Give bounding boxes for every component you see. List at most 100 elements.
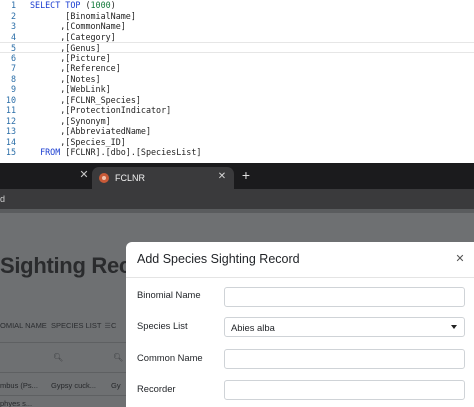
code-token: ,[Notes] [30,73,101,84]
filter-search-icon[interactable]: 🔍︎ [53,353,63,362]
column-header-label: C [111,321,117,330]
line-number: 7 [10,63,16,73]
close-icon[interactable]: ✕ [454,253,466,265]
line-number: 12 [5,115,16,126]
species-list-select[interactable]: Abies alba [224,317,465,337]
code-text: ,[WebLink] [30,84,111,95]
divider [0,395,140,396]
code-token: ,[Reference] [30,63,121,73]
recorder-label: Recorder [137,383,176,394]
line-number: 2 [10,10,16,21]
code-text: ,[AbbreviatedName] [30,126,151,137]
common-name-label: Common Name [137,352,203,363]
code-token: SELECT TOP [30,0,86,10]
code-text: ,[ProtectionIndicator] [30,105,171,116]
binomial-name-input[interactable] [224,287,465,307]
line-number: 10 [5,94,16,105]
filter-search-icon[interactable]: 🔍︎ [113,353,123,362]
code-text: ,[Species_ID] [30,137,126,148]
line-number: 11 [5,105,16,115]
code-line[interactable]: 6 ,[Picture] [0,53,474,64]
code-line[interactable]: 3 ,[CommonName] [0,21,474,32]
modal-title: Add Species Sighting Record [137,252,300,266]
chevron-down-icon [451,325,457,329]
code-token: 1000 [90,0,111,10]
code-token: ,[Species_ID] [30,136,126,147]
code-text: ,[Notes] [30,73,101,85]
code-token: ,[CommonName] [30,21,126,31]
code-token: ,[Category] [30,31,116,42]
code-token: ,[WebLink] [30,84,111,94]
table-row[interactable]: mbus (Ps... Gypsy cuck... Gy [0,375,140,395]
code-text: ,[FCLNR_Species] [30,95,141,106]
code-line[interactable]: 2 [BinomialName] [0,11,474,22]
close-tab-icon[interactable]: ✕ [216,171,228,183]
code-token: [FCLNR].[dbo].[SpeciesList] [65,147,202,157]
code-token: ,[ProtectionIndicator] [30,105,172,115]
sql-editor[interactable]: 1 SELECT TOP (1000) 2 [BinomialName] 3 ,[Co… [0,0,474,163]
sort-menu-icon[interactable]: ☰ [104,322,110,330]
line-number: 9 [10,84,16,94]
code-line[interactable]: 13 ,[AbbreviatedName] [0,126,474,137]
new-tab-icon[interactable]: + [240,168,252,182]
code-token: [BinomialName] [30,10,136,21]
code-line[interactable]: 5 ,[Genus] [0,42,474,53]
code-text: ,[Picture] [30,53,110,64]
binomial-name-label: Binomial Name [137,289,201,300]
code-token: ,[Genus] [30,43,101,53]
code-line[interactable]: 10 ,[FCLNR_Species] [0,95,474,106]
species-list-selected-value: Abies alba [231,322,275,333]
line-number: 1 [10,0,16,10]
line-number: 14 [5,136,16,147]
line-number: 4 [10,31,16,42]
line-number: 6 [10,52,16,63]
column-header-common[interactable]: C [111,321,116,330]
code-line[interactable]: 4 ,[Category] [0,32,474,43]
table-cell: mbus (Ps... [0,381,38,390]
column-header-species-list[interactable]: SPECIES LIST ☰ [51,321,111,330]
divider [0,372,140,373]
code-line[interactable]: 7 ,[Reference] [0,63,474,74]
code-line[interactable]: 12 ,[Synonym] [0,116,474,127]
code-text: FROM [FCLNR].[dbo].[SpeciesList] [30,147,201,158]
table-cell: phyes s... [0,399,33,407]
code-token: ,[AbbreviatedName] [30,126,152,136]
code-line[interactable]: 9 ,[WebLink] [0,84,474,95]
species-list-label: Species List [137,320,188,331]
common-name-input[interactable] [224,349,465,369]
code-token: FROM [30,147,66,157]
column-header-binomial-name[interactable]: OMIAL NAME [0,321,47,330]
add-sighting-modal: Add Species Sighting Record ✕ Binomial N… [126,242,474,407]
close-previous-tab-icon[interactable]: ✕ [77,168,91,182]
grid-filter-row: 🔍︎ 🔍︎ [0,343,140,373]
recorder-input[interactable] [224,380,465,400]
code-line[interactable]: 1 SELECT TOP (1000) [0,0,474,11]
code-token: ,[Synonym] [30,115,111,126]
tab-title: FCLNR [115,173,146,183]
code-text: ,[CommonName] [30,21,126,32]
table-row[interactable]: phyes s... [0,397,140,407]
code-text: [BinomialName] [30,11,136,22]
code-line[interactable]: 14 ,[Species_ID] [0,137,474,148]
code-token: ,[FCLNR_Species] [30,94,141,105]
app-header-band [0,209,474,213]
code-text: ,[Category] [30,31,116,43]
column-header-label: SPECIES LIST [51,321,102,330]
line-number: 3 [10,21,16,31]
code-text: ,[Reference] [30,63,121,74]
line-number: 15 [5,147,16,157]
line-number: 13 [5,126,16,136]
code-line[interactable]: 11 ,[ProtectionIndicator] [0,105,474,116]
tab-fclnr[interactable]: FCLNR ✕ [92,167,234,189]
code-line[interactable]: 8 ,[Notes] [0,74,474,85]
tab-strip: ✕ FCLNR ✕ + [0,163,474,189]
code-line[interactable]: 15 FROM [FCLNR].[dbo].[SpeciesList] [0,147,474,158]
code-text: SELECT TOP (1000) [30,0,116,11]
line-number: 8 [10,73,16,84]
modal-header: Add Species Sighting Record ✕ [126,242,474,278]
browser-toolbar: d [0,189,474,209]
code-token: ) [110,0,116,10]
table-cell: Gypsy cuck... [51,381,97,390]
column-header-label: OMIAL NAME [0,321,47,330]
grid-header-row: OMIAL NAME SPECIES LIST ☰ C [0,309,140,343]
